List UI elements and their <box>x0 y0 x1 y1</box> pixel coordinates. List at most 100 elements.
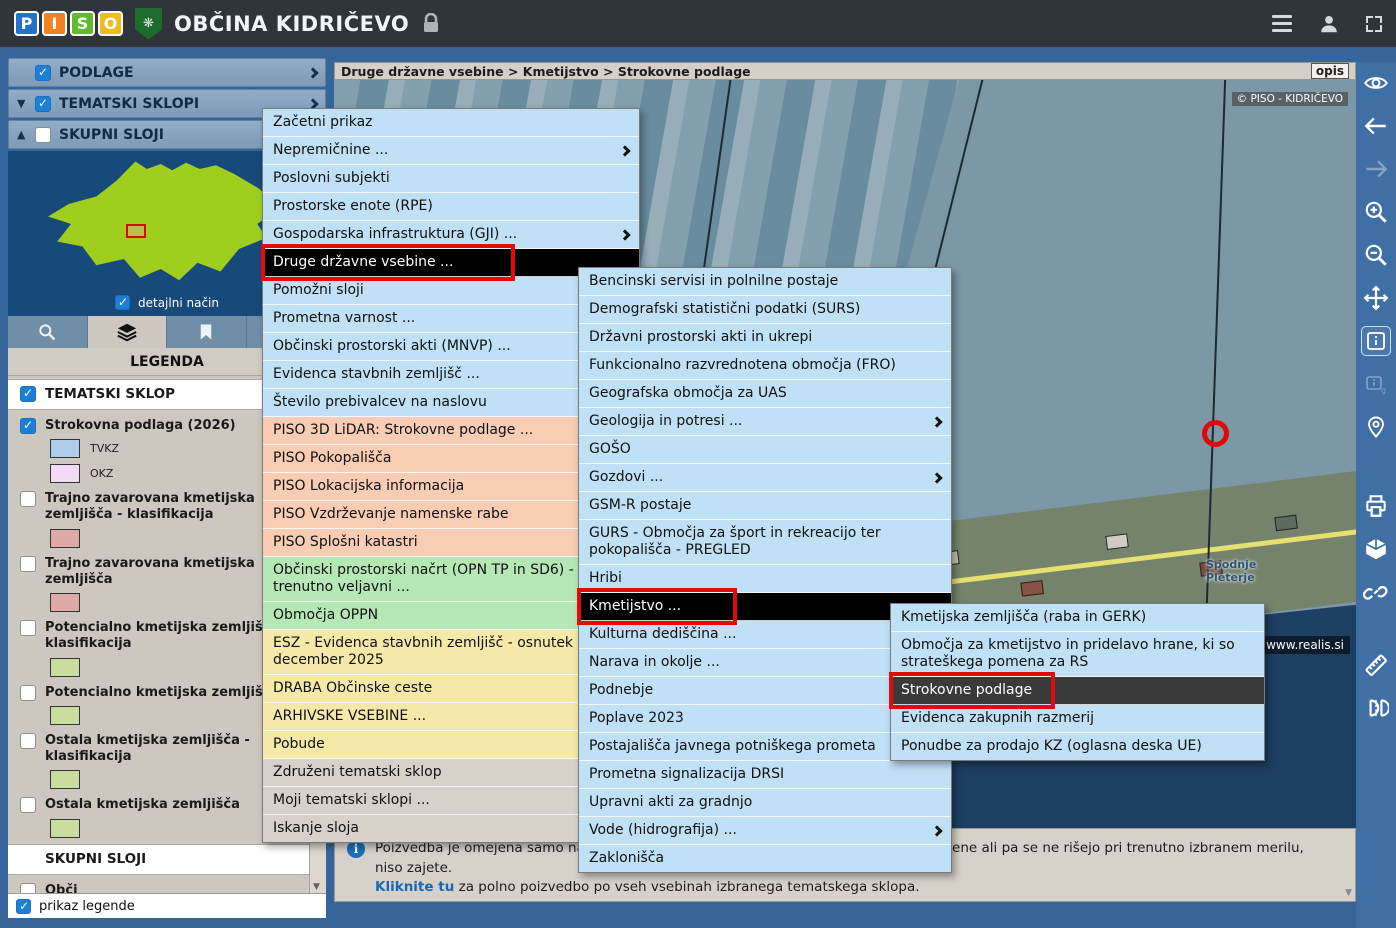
menu-item[interactable]: Gospodarska infrastruktura (GJI) ... <box>263 221 639 249</box>
menu-item[interactable]: Geografska območja za UAS <box>579 380 951 408</box>
menu-item-label: Začetni prikaz <box>273 114 629 131</box>
zoom-in-icon[interactable] <box>1361 197 1391 227</box>
fullscreen-icon[interactable] <box>1366 16 1382 32</box>
menu-item-label: Postajališča javnega potniškega prometa <box>589 738 941 755</box>
menu-item-label: Prometna varnost ... <box>273 310 629 327</box>
panel-checkbox[interactable] <box>35 96 51 112</box>
menu-item[interactable]: Prostorske enote (RPE) <box>263 193 639 221</box>
menu-item-label: Prostorske enote (RPE) <box>273 198 629 215</box>
panel-chevron-icon[interactable] <box>307 67 318 78</box>
zoom-out-icon[interactable] <box>1361 240 1391 270</box>
menu-item-label: Združeni tematski sklop <box>273 764 629 781</box>
legend-checkbox[interactable] <box>20 386 36 402</box>
breadcrumb-bar: Druge državne vsebine > Kmetijstvo > Str… <box>334 62 1356 80</box>
detail-mode-checkbox[interactable] <box>115 295 130 310</box>
info-group-icon[interactable]: g <box>1361 369 1391 399</box>
legend-row[interactable]: Obči <box>8 878 326 894</box>
eye-icon[interactable] <box>1361 68 1391 98</box>
piso-logo[interactable]: P I S O <box>14 11 123 36</box>
menu-item[interactable]: Demografski statistični podatki (SURS) <box>579 296 951 324</box>
menu-item-label: Druge državne vsebine ... <box>273 254 629 271</box>
legend-checkbox[interactable] <box>20 733 36 749</box>
show-legend-label: prikaz legende <box>39 899 135 914</box>
tab-bookmarks[interactable] <box>167 316 247 348</box>
menu-item-label: Podnebje <box>589 682 941 699</box>
panel-checkbox[interactable] <box>35 127 51 143</box>
legend-checkbox[interactable] <box>20 883 36 894</box>
ruler-icon[interactable] <box>1361 650 1391 680</box>
menu-item-label: GSM-R postaje <box>589 497 941 514</box>
panel-label: TEMATSKI SKLOPI <box>59 96 199 112</box>
legend-swatch <box>50 819 80 838</box>
opis-button[interactable]: opis <box>1311 63 1349 79</box>
cube-3d-icon[interactable] <box>1361 534 1391 564</box>
location-pin-icon[interactable] <box>1361 412 1391 442</box>
menu-item[interactable]: Poslovni subjekti <box>263 165 639 193</box>
info-tool-icon[interactable] <box>1361 326 1391 356</box>
menu-item-label: ESZ - Evidenca stavbnih zemljišč - osnut… <box>273 635 629 669</box>
druge-drzavne-vsebine-submenu: Bencinski servisi in polnilne postaje De… <box>578 267 952 873</box>
pan-icon[interactable] <box>1361 283 1391 313</box>
menu-item-label: ARHIVSKE VSEBINE ... <box>273 708 629 725</box>
menu-item[interactable]: Državni prostorski akti in ukrepi <box>579 324 951 352</box>
collapse-icon[interactable]: ▲ <box>17 128 35 141</box>
map-watermark: © PISO - KIDRIČEVO <box>1232 92 1348 106</box>
menu-item-label: Evidenca zakupnih razmerij <box>901 710 1254 727</box>
menu-item[interactable]: Bencinski servisi in polnilne postaje <box>579 268 951 296</box>
legend-checkbox[interactable] <box>20 685 36 701</box>
legend-checkbox[interactable] <box>20 620 36 636</box>
legend-checkbox[interactable] <box>20 556 36 572</box>
full-query-link[interactable]: Kliknite tu <box>375 879 454 895</box>
menu-item-label: Prometna signalizacija DRSI <box>589 766 941 783</box>
panel-checkbox[interactable] <box>35 65 51 81</box>
info-scroll-down-icon[interactable]: ▼ <box>1345 888 1352 898</box>
menu-item[interactable]: Strokovne podlage <box>891 677 1264 705</box>
menu-item-label: Narava in okolje ... <box>589 654 941 671</box>
legend-checkbox[interactable] <box>20 418 36 434</box>
menu-item[interactable]: GOŠO <box>579 436 951 464</box>
logo-letter-tile: S <box>70 11 95 36</box>
menu-item[interactable]: Začetni prikaz <box>263 109 639 137</box>
menu-item[interactable]: Ponudbe za prodajo KZ (oglasna deska UE) <box>891 733 1264 760</box>
legend-checkbox[interactable] <box>20 491 36 507</box>
menu-item-label: Funkcionalno razvrednotena območja (FRO) <box>589 357 941 374</box>
back-arrow-icon[interactable] <box>1361 111 1391 141</box>
kmetijstvo-submenu: Kmetijska zemljišča (raba in GERK) Območ… <box>890 603 1265 761</box>
legend-checkbox[interactable] <box>20 797 36 813</box>
legend-swatch <box>50 529 80 548</box>
menu-item-label: Gozdovi ... <box>589 469 925 486</box>
menu-item[interactable]: Prometna signalizacija DRSI <box>579 761 951 789</box>
legend-row[interactable]: SKUPNI SLOJI <box>8 844 326 875</box>
tab-layers[interactable] <box>88 316 168 348</box>
menu-item-label: Strokovne podlage <box>901 682 1254 699</box>
tab-search[interactable] <box>8 316 88 348</box>
scroll-down-icon[interactable]: ▼ <box>313 882 320 892</box>
menu-item[interactable]: Gozdovi ... <box>579 464 951 492</box>
menu-item[interactable]: Območja za kmetijstvo in pridelavo hrane… <box>891 632 1264 677</box>
menu-item-label: PISO Pokopališča <box>273 450 629 467</box>
menu-item[interactable]: Kmetijska zemljišča (raba in GERK) <box>891 604 1264 632</box>
print-icon[interactable] <box>1361 491 1391 521</box>
menu-item[interactable]: Funkcionalno razvrednotena območja (FRO) <box>579 352 951 380</box>
breadcrumb: Druge državne vsebine > Kmetijstvo > Str… <box>341 64 751 79</box>
collapse-icon[interactable]: ▼ <box>17 97 35 110</box>
show-legend-checkbox[interactable] <box>16 899 31 914</box>
menu-item[interactable]: GSM-R postaje <box>579 492 951 520</box>
menu-item-label: PISO Lokacijska informacija <box>273 478 629 495</box>
menu-hamburger-icon[interactable] <box>1272 15 1292 32</box>
legend-swatch <box>50 770 80 789</box>
profile-measure-icon[interactable] <box>1361 693 1391 723</box>
sidebar-panel[interactable]: PODLAGE <box>8 58 326 87</box>
menu-item[interactable]: Evidenca zakupnih razmerij <box>891 705 1264 733</box>
menu-item-label: Število prebivalcev na naslovu <box>273 394 629 411</box>
menu-item[interactable]: Nepremičnine ... <box>263 137 639 165</box>
menu-item[interactable]: Hribi <box>579 565 951 593</box>
menu-item[interactable]: Upravni akti za gradnjo <box>579 789 951 817</box>
menu-item[interactable]: Vode (hidrografija) ... <box>579 817 951 845</box>
user-icon[interactable] <box>1318 13 1340 35</box>
forward-arrow-icon[interactable] <box>1361 154 1391 184</box>
menu-item[interactable]: Geologija in potresi ... <box>579 408 951 436</box>
menu-item[interactable]: GURS - Območja za šport in rekreacijo te… <box>579 520 951 565</box>
menu-item[interactable]: Zaklonišča <box>579 845 951 872</box>
link-icon[interactable] <box>1361 577 1391 607</box>
